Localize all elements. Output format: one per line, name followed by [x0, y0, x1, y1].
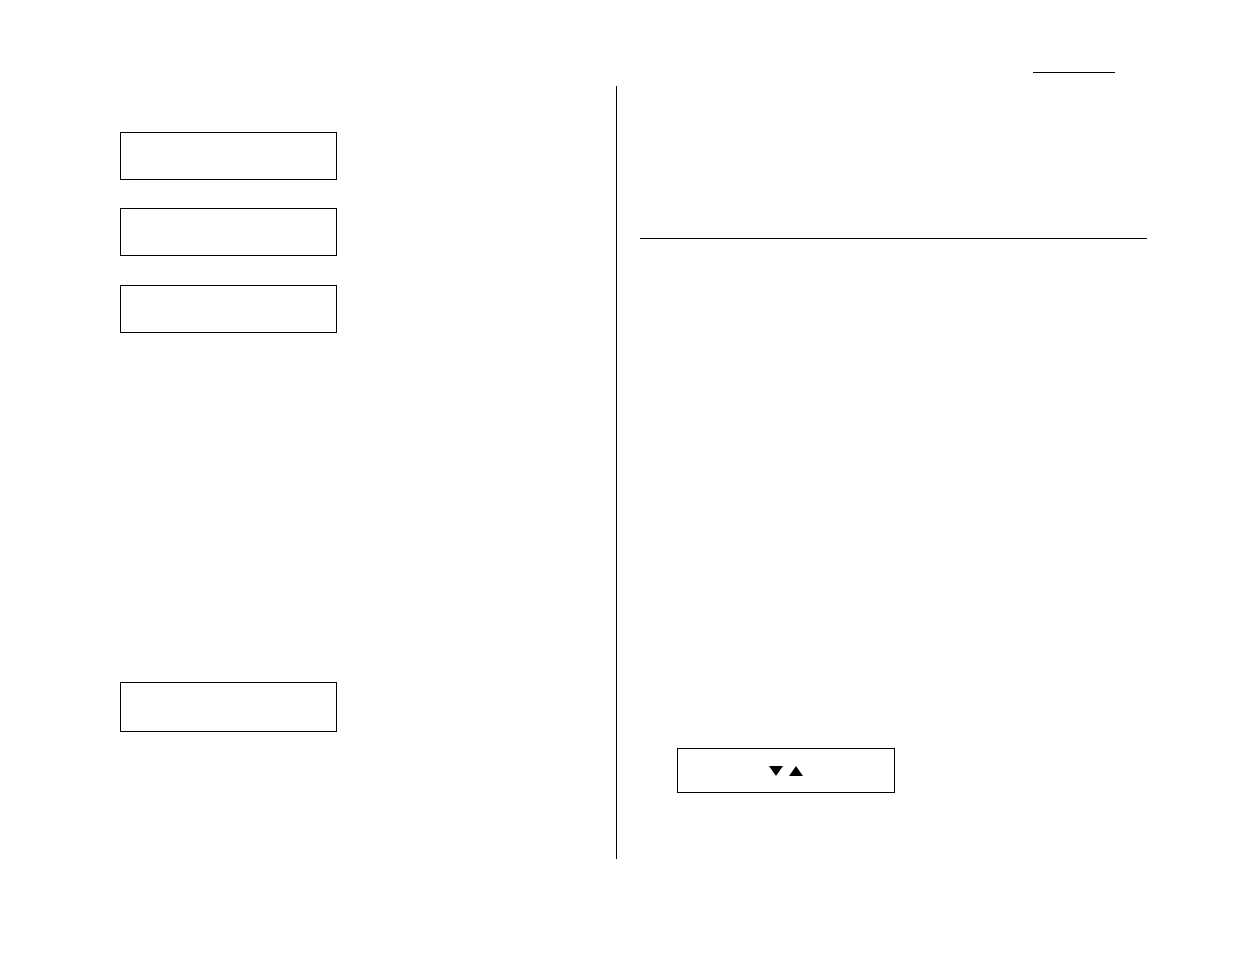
- header-rule: [1033, 72, 1115, 73]
- outline-box-2: [120, 208, 337, 256]
- outline-box-3: [120, 285, 337, 333]
- triangle-up-icon: [789, 766, 803, 776]
- triangle-down-icon: [769, 766, 783, 776]
- section-divider: [640, 238, 1147, 239]
- page: [0, 0, 1235, 954]
- outline-box-1: [120, 132, 337, 180]
- column-divider: [616, 86, 617, 859]
- arrow-box: [677, 748, 895, 793]
- outline-box-4: [120, 682, 337, 732]
